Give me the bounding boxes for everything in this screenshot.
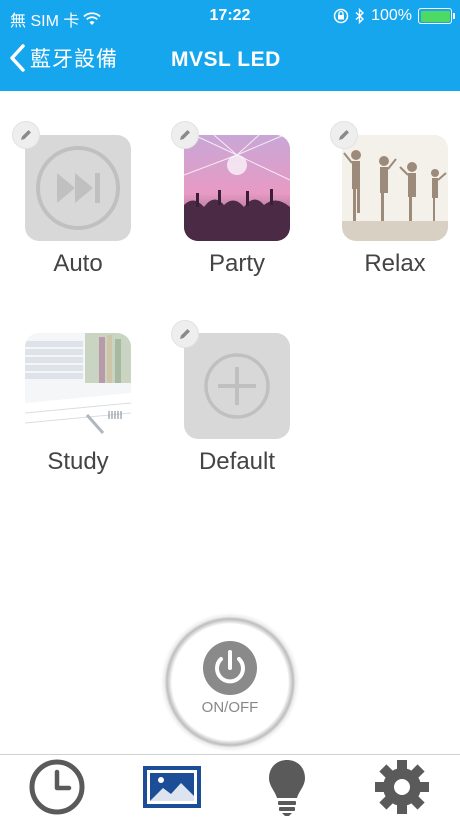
- tab-light[interactable]: [257, 759, 317, 816]
- scene-label: Auto: [53, 250, 103, 277]
- edit-party-button[interactable]: [171, 121, 199, 149]
- scene-label: Study: [47, 448, 109, 475]
- bulb-icon: [269, 760, 305, 816]
- pencil-icon: [339, 130, 349, 140]
- party-crowd-image: [184, 135, 290, 241]
- skip-forward-icon: [36, 146, 120, 230]
- bluetooth-icon: [355, 8, 365, 24]
- edit-auto-button[interactable]: [12, 121, 40, 149]
- scene-study-tile[interactable]: [25, 333, 131, 439]
- pencil-icon: [21, 130, 31, 140]
- battery-fill: [420, 10, 450, 22]
- add-icon: [204, 353, 270, 419]
- status-right: 100%: [333, 7, 455, 25]
- tab-scenes[interactable]: [142, 759, 202, 815]
- pencil-icon: [180, 329, 190, 339]
- nav-bar: 藍牙設備 MVSL LED: [0, 32, 460, 91]
- scene-relax-tile[interactable]: [342, 135, 448, 241]
- scene-label: Relax: [364, 250, 426, 277]
- clock-icon: [29, 759, 85, 815]
- status-bar: 無 SIM 卡 17:22 100%: [0, 0, 460, 32]
- edit-relax-button[interactable]: [330, 121, 358, 149]
- back-label: 藍牙設備: [30, 48, 118, 71]
- scene-party-tile[interactable]: [184, 135, 290, 241]
- tab-bar: [0, 754, 460, 818]
- scene-label: Party: [208, 250, 265, 277]
- scene-image-icon: [143, 766, 201, 808]
- scene-label: Default: [198, 448, 276, 475]
- edit-default-button[interactable]: [171, 320, 199, 348]
- header: 無 SIM 卡 17:22 100% 藍牙設備 MVSL LED: [0, 0, 460, 91]
- power-icon: [203, 641, 257, 695]
- chevron-left-icon: [10, 44, 25, 72]
- page-title: MVSL LED: [171, 48, 281, 71]
- back-button[interactable]: 藍牙設備: [8, 43, 118, 73]
- tab-timer[interactable]: [27, 759, 87, 815]
- pencil-icon: [180, 130, 190, 140]
- yoga-image: [342, 135, 448, 241]
- battery-icon: [418, 8, 455, 24]
- books-image: [25, 333, 131, 439]
- battery-percent: 100%: [371, 7, 412, 24]
- scene-default-tile[interactable]: [184, 333, 290, 439]
- gear-icon: [375, 760, 429, 814]
- power-label: ON/OFF: [201, 699, 259, 716]
- rotation-lock-icon: [333, 8, 349, 24]
- scene-auto-tile[interactable]: [25, 135, 131, 241]
- power-button[interactable]: ON/OFF: [164, 616, 296, 748]
- tab-settings[interactable]: [372, 759, 432, 815]
